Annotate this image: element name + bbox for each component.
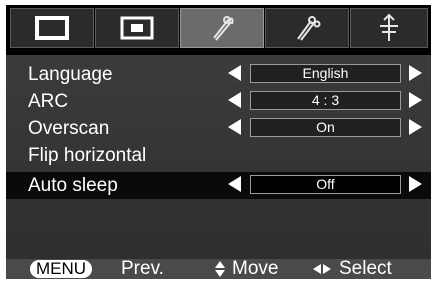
arrow-left-icon[interactable]	[228, 119, 241, 135]
menu-item-value: English	[250, 64, 401, 83]
menu-key-badge: MENU	[30, 260, 93, 278]
menu-item-label: ARC	[28, 91, 69, 112]
menu-item-value: 4 : 3	[250, 91, 401, 110]
arrow-right-icon[interactable]	[409, 119, 422, 135]
tab-setup[interactable]	[180, 8, 264, 48]
arrow-right-icon[interactable]	[409, 176, 422, 192]
menu-item-flip-horizontal[interactable]: Flip horizontal	[6, 142, 431, 169]
menu-item-arc[interactable]: ARC 4 : 3	[6, 88, 431, 115]
tab-screen[interactable]	[95, 8, 179, 48]
menu-item-overscan[interactable]: Overscan On	[6, 115, 431, 142]
info-icon	[380, 13, 398, 41]
arrow-left-icon[interactable]	[228, 65, 241, 81]
screen-icon	[35, 16, 69, 40]
footer-prev: Prev.	[121, 258, 164, 279]
tab-bar	[6, 5, 431, 51]
arrow-right-icon[interactable]	[409, 65, 422, 81]
tab-picture[interactable]	[10, 8, 94, 48]
menu-item-label: Language	[28, 64, 113, 85]
leftright-icon	[313, 264, 331, 274]
menu-item-value: Off	[250, 175, 401, 194]
footer-help-bar: MENU Prev. Move Select	[6, 259, 431, 279]
arrow-left-icon[interactable]	[228, 92, 241, 108]
menu-list: Language English ARC 4 : 3 Overscan On F…	[6, 55, 431, 259]
tab-options[interactable]	[265, 8, 349, 48]
arrow-right-icon[interactable]	[409, 92, 422, 108]
options-icon	[297, 16, 321, 41]
osd-menu: Language English ARC 4 : 3 Overscan On F…	[6, 5, 431, 279]
screen-inset-icon	[120, 16, 154, 40]
menu-item-label: Overscan	[28, 118, 110, 139]
setup-icon	[213, 16, 234, 41]
arrow-left-icon[interactable]	[228, 176, 241, 192]
menu-item-label: Flip horizontal	[28, 145, 147, 166]
updown-icon	[215, 261, 225, 277]
footer-move: Move	[232, 258, 279, 279]
menu-item-language[interactable]: Language English	[6, 61, 431, 88]
menu-item-auto-sleep[interactable]: Auto sleep Off	[6, 172, 431, 199]
menu-item-value: On	[250, 118, 401, 137]
footer-select: Select	[339, 258, 392, 279]
menu-item-label: Auto sleep	[28, 175, 118, 196]
tab-info[interactable]	[350, 8, 428, 48]
